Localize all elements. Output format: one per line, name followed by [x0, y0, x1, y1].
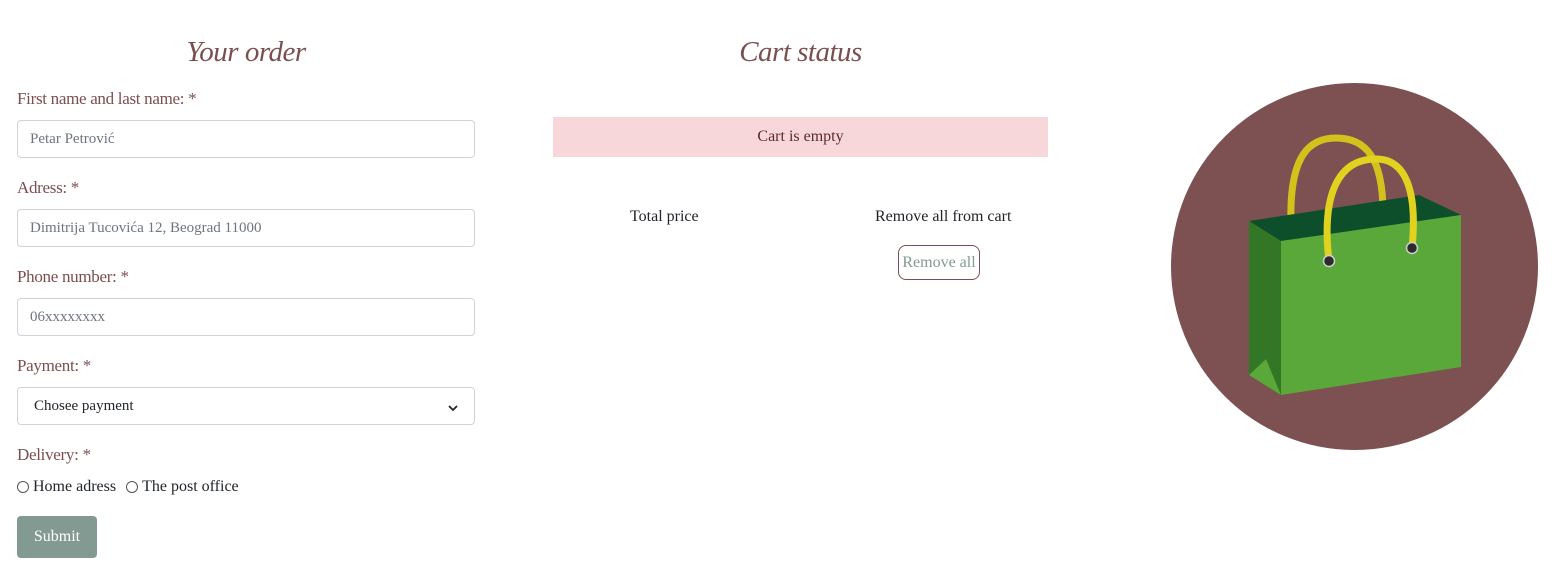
order-heading: Your order: [186, 36, 306, 68]
address-input[interactable]: [17, 209, 475, 247]
name-label: First name and last name: *: [17, 89, 197, 108]
address-label: Adress: *: [17, 178, 79, 197]
delivery-radio-post[interactable]: [126, 481, 139, 493]
payment-selected-value: Chosee payment: [34, 397, 134, 414]
phone-input[interactable]: [17, 298, 475, 336]
cart-heading: Cart status: [739, 36, 862, 68]
chevron-down-icon: [448, 401, 458, 412]
delivery-radio-home[interactable]: [17, 481, 29, 493]
shopping-bag-icon: [1171, 83, 1538, 450]
cart-empty-alert: Cart is empty: [553, 117, 1048, 157]
remove-all-button[interactable]: Remove all: [898, 245, 980, 280]
payment-select[interactable]: Chosee payment: [17, 387, 475, 425]
delivery-options: Home adress The post office: [17, 478, 249, 496]
delivery-option-home-label: Home adress: [33, 478, 117, 495]
remove-all-label: Remove all from cart: [875, 208, 1012, 225]
name-input[interactable]: [17, 120, 475, 158]
phone-label: Phone number: *: [17, 267, 129, 286]
payment-label: Payment: *: [17, 356, 91, 375]
total-price-label: Total price: [630, 208, 699, 225]
delivery-option-post-label: The post office: [142, 478, 239, 495]
submit-button[interactable]: Submit: [17, 516, 97, 558]
delivery-label: Delivery: *: [17, 445, 91, 464]
